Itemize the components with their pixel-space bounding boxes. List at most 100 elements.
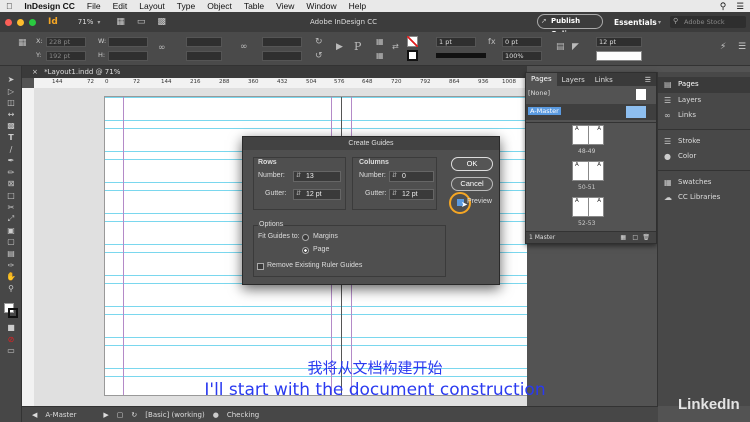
page-field[interactable]: A-Master [45, 411, 95, 419]
menu-table[interactable]: Table [238, 1, 270, 11]
rotate-cw-icon[interactable]: ↻ [315, 37, 323, 47]
stroke-swatch[interactable] [407, 50, 418, 61]
menu-object[interactable]: Object [201, 1, 238, 11]
menu-edit[interactable]: Edit [107, 1, 134, 11]
apply-color-icon[interactable]: ■ [0, 322, 22, 334]
select-next-icon[interactable]: ⇄ [392, 42, 399, 51]
master-none-row[interactable]: [None] [526, 86, 656, 104]
stepper-icon[interactable]: ⇵ [296, 172, 301, 181]
constrain-proportions-icon[interactable]: ∞ [158, 43, 166, 53]
rectangle-frame-tool-icon[interactable]: ⊠ [0, 178, 22, 190]
rotate-ccw-icon[interactable]: ↺ [315, 51, 323, 61]
close-tab-icon[interactable]: × [32, 68, 38, 76]
free-transform-tool-icon[interactable]: ⤢ [0, 213, 22, 225]
pencil-tool-icon[interactable]: ✏ [0, 167, 22, 179]
guide-line[interactable] [105, 314, 527, 315]
horizontal-ruler[interactable]: 144 72 0 72 144 216 288 360 432 504 576 … [34, 78, 527, 88]
spread-50-51-thumb[interactable]: A A [572, 161, 604, 181]
delete-page-icon[interactable]: 🗑 [642, 232, 650, 243]
cancel-button[interactable]: Cancel [451, 177, 493, 191]
dock-swatches[interactable]: ▦ Swatches [658, 175, 750, 191]
tab-links[interactable]: Links [590, 76, 618, 84]
close-window-button[interactable] [5, 18, 12, 26]
menu-file[interactable]: File [81, 1, 107, 11]
fit-margins-radio[interactable] [302, 234, 309, 241]
opacity-field[interactable]: 100% [502, 51, 542, 61]
stepper-icon[interactable]: ⇵ [296, 190, 301, 199]
rows-number-input[interactable]: ⇵ 13 [293, 171, 341, 182]
menu-help[interactable]: Help [343, 1, 372, 11]
gap-tool-icon[interactable]: ↔ [0, 109, 22, 121]
rows-gutter-input[interactable]: ⇵ 12 pt [293, 189, 341, 200]
ok-button[interactable]: OK [451, 157, 493, 171]
new-page-icon[interactable]: □ [632, 232, 638, 243]
eyedropper-tool-icon[interactable]: ✑ [0, 260, 22, 272]
stroke-proxy[interactable] [8, 308, 18, 319]
shear-field[interactable] [262, 51, 302, 61]
dock-color[interactable]: ● Color [658, 149, 750, 165]
apply-none-icon[interactable]: ⊘ [0, 334, 22, 346]
menu-layout[interactable]: Layout [133, 1, 171, 11]
stepper-icon[interactable]: ⇵ [392, 172, 397, 181]
dock-layers[interactable]: ☰ Layers [658, 93, 750, 109]
panel-menu-icon[interactable]: ☰ [738, 42, 746, 52]
dock-stroke[interactable]: ☰ Stroke [658, 134, 750, 150]
rectangle-tool-icon[interactable]: □ [0, 190, 22, 202]
spotlight-search-icon[interactable]: ⚲ [716, 1, 731, 12]
preflight-profile[interactable]: [Basic] (working) [145, 411, 204, 419]
columns-gutter-input[interactable]: ⇵ 12 pt [389, 189, 434, 200]
guide-line[interactable] [105, 97, 527, 98]
type-tool-icon[interactable]: T [0, 132, 22, 144]
a-master-row[interactable]: A-Master [526, 104, 656, 120]
note-tool-icon[interactable]: ▤ [0, 248, 22, 260]
guide-line[interactable] [105, 120, 527, 121]
zoom-window-button[interactable] [29, 18, 36, 26]
hand-tool-icon[interactable]: ✋ [0, 271, 22, 283]
guide-line[interactable] [105, 128, 527, 129]
fill-stroke-widget[interactable] [0, 302, 21, 322]
sync-icon[interactable]: ↻ [131, 411, 137, 419]
tab-layers[interactable]: Layers [557, 76, 590, 84]
content-collector-icon[interactable]: ▩ [0, 120, 22, 132]
stroke-weight-field[interactable]: 1 pt [436, 37, 476, 47]
height-field[interactable] [108, 51, 148, 61]
text-wrap-icon[interactable]: ▤ [556, 42, 565, 52]
remove-guides-checkbox[interactable] [257, 263, 264, 270]
gradient-swatch-tool-icon[interactable]: ▣ [0, 225, 22, 237]
stock-search-input[interactable]: Adobe Stock [670, 16, 746, 28]
arrange-documents-icon[interactable]: ▩ [157, 17, 166, 27]
fx-icon[interactable]: fx [488, 37, 496, 46]
first-page-icon[interactable]: ◀ [32, 411, 37, 419]
direct-selection-tool-icon[interactable]: ▷ [0, 86, 22, 98]
y-position-field[interactable]: 192 pt [46, 51, 86, 61]
tracking-field[interactable]: 0 pt [502, 37, 542, 47]
fit-page-radio[interactable] [302, 247, 309, 254]
workspace-switcher[interactable]: Essentials [614, 18, 657, 27]
menu-view[interactable]: View [270, 1, 300, 11]
stepper-icon[interactable]: ⇵ [392, 190, 397, 199]
width-field[interactable] [108, 37, 148, 47]
menu-window[interactable]: Window [300, 1, 342, 11]
menu-type[interactable]: Type [171, 1, 201, 11]
zoom-tool-icon[interactable]: ⚲ [0, 283, 22, 295]
rotation-field[interactable] [262, 37, 302, 47]
screen-mode-icon[interactable]: ▭ [137, 17, 146, 27]
selection-tool-icon[interactable]: ➤ [0, 74, 22, 86]
next-page-icon[interactable]: ▶ [103, 411, 108, 419]
spread-48-49-thumb[interactable]: A A [572, 125, 604, 145]
guide-line[interactable] [105, 337, 527, 338]
dock-links[interactable]: ∞ Links [658, 108, 750, 124]
tab-pages[interactable]: Pages [526, 73, 557, 86]
guide-line[interactable] [105, 306, 527, 307]
minimize-window-button[interactable] [17, 18, 24, 26]
frame-fitting-swatch[interactable] [596, 51, 642, 61]
screen-mode-tool-icon[interactable]: ▭ [0, 345, 22, 357]
flip-horizontal-icon[interactable]: ▶ [336, 42, 343, 52]
gutter-field[interactable]: 12 pt [596, 37, 642, 47]
line-tool-icon[interactable]: ∕ [0, 144, 22, 156]
menu-app[interactable]: InDesign CC [18, 1, 81, 11]
dock-pages[interactable]: ▤ Pages [658, 77, 750, 93]
constrain-scale-icon[interactable]: ∞ [240, 42, 248, 52]
columns-number-input[interactable]: ⇵ 0 [389, 171, 434, 182]
preflight-status[interactable]: Checking [227, 411, 259, 419]
